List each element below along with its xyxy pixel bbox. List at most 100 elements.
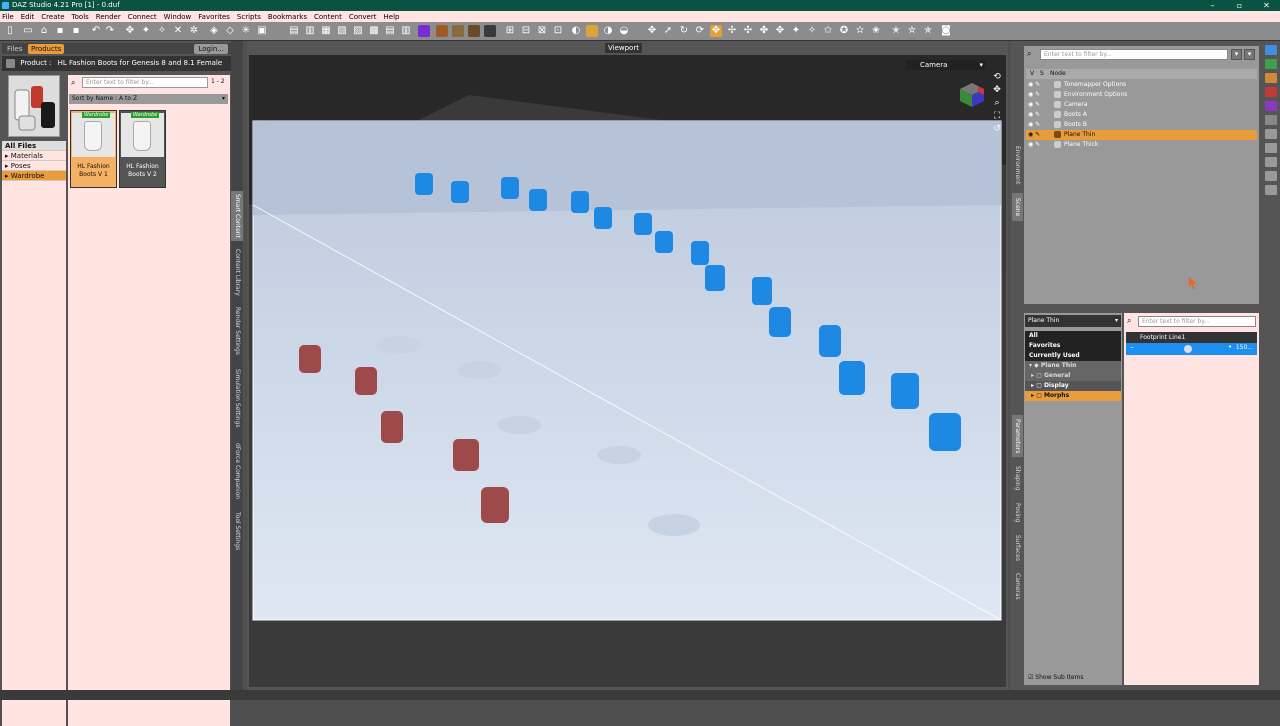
- move-icon[interactable]: ✥: [646, 25, 658, 37]
- tool-icon[interactable]: ▤: [288, 25, 300, 37]
- category-all-files[interactable]: All Files: [2, 141, 66, 151]
- pane-icon[interactable]: [1265, 87, 1277, 97]
- pane-icon[interactable]: [1265, 143, 1277, 153]
- scene-filter-input[interactable]: Enter text to filter by...: [1040, 49, 1228, 60]
- group-plane-thin[interactable]: ▾ ◆ Plane Thin: [1025, 361, 1121, 371]
- tool-icon[interactable]: ✯: [922, 25, 934, 37]
- redo-icon[interactable]: ↷: [104, 25, 116, 37]
- category-wardrobe[interactable]: ▸ Wardrobe: [2, 171, 66, 181]
- zoom-icon[interactable]: ⌕: [992, 97, 1002, 110]
- menu-render[interactable]: Render: [96, 13, 121, 21]
- group-general[interactable]: ▸ ▢ General: [1025, 371, 1121, 381]
- menu-create[interactable]: Create: [41, 13, 64, 21]
- tool-icon[interactable]: ⟳: [694, 25, 706, 37]
- figure-icon[interactable]: [468, 25, 480, 37]
- menu-edit[interactable]: Edit: [21, 13, 35, 21]
- rotate-icon[interactable]: ↻: [678, 25, 690, 37]
- tab-smart-content[interactable]: Smart Content: [231, 191, 243, 241]
- tool-icon[interactable]: ✭: [890, 25, 902, 37]
- menu-bookmarks[interactable]: Bookmarks: [268, 13, 307, 21]
- tab-products[interactable]: Products: [28, 44, 65, 54]
- menu-scripts[interactable]: Scripts: [237, 13, 261, 21]
- tab-dforce-companion[interactable]: dForce Companion: [231, 437, 243, 505]
- menu-convert[interactable]: Convert: [349, 13, 377, 21]
- login-button[interactable]: Login...: [194, 44, 228, 54]
- tab-posing[interactable]: Posing: [1012, 499, 1023, 527]
- minimize-button[interactable]: –: [1199, 0, 1226, 11]
- pane-icon[interactable]: [1265, 115, 1277, 125]
- eye-icon[interactable]: ◉ ✎: [1028, 120, 1040, 130]
- tool-icon[interactable]: ◐: [570, 25, 582, 37]
- category-poses[interactable]: ▸ Poses: [2, 161, 66, 171]
- tool-icon[interactable]: ✳: [240, 25, 252, 37]
- tool-icon[interactable]: ▥: [304, 25, 316, 37]
- tool-icon[interactable]: ✩: [822, 25, 834, 37]
- decrement-icon[interactable]: –: [1130, 343, 1134, 351]
- tool-icon[interactable]: ✫: [854, 25, 866, 37]
- tool-icon[interactable]: ✢: [726, 25, 738, 37]
- tool-icon[interactable]: ▥: [400, 25, 412, 37]
- tab-environment[interactable]: Environment: [1012, 141, 1023, 189]
- scene-menu-button[interactable]: ▾: [1244, 49, 1255, 60]
- viewport-canvas[interactable]: 3 : 2 Camera ▾ ⟲ ✥ ⌕ ⛶ ↺: [249, 55, 1006, 687]
- product-card-1[interactable]: Wardrobe HL Fashion Boots V 1: [70, 110, 117, 188]
- tool-icon[interactable]: ▨: [352, 25, 364, 37]
- new-file-icon[interactable]: ▯: [4, 25, 16, 37]
- tool-icon[interactable]: ⊞: [504, 25, 516, 37]
- eye-icon[interactable]: ◉ ✎: [1028, 90, 1040, 100]
- tool-icon[interactable]: ⊡: [552, 25, 564, 37]
- eye-icon[interactable]: ◉ ✎: [1028, 110, 1040, 120]
- increment-icon[interactable]: •: [1228, 343, 1232, 351]
- scene-node[interactable]: ◉ ✎ Camera: [1026, 100, 1257, 110]
- node-selector[interactable]: Plane Thin ▾: [1025, 315, 1121, 327]
- plus-icon[interactable]: [586, 25, 598, 37]
- tool-icon[interactable]: ✬: [870, 25, 882, 37]
- scene-node-selected[interactable]: ◉ ✎ Plane Thin: [1026, 130, 1257, 140]
- tool-icon[interactable]: ▣: [256, 25, 268, 37]
- group-morphs[interactable]: ▸ ▢ Morphs: [1025, 391, 1121, 401]
- close-button[interactable]: ✕: [1253, 0, 1280, 11]
- slider-value[interactable]: 150...: [1236, 344, 1253, 351]
- tab-shaping[interactable]: Shaping: [1012, 461, 1023, 495]
- tool-icon[interactable]: ✤: [758, 25, 770, 37]
- pane-icon[interactable]: [1265, 171, 1277, 181]
- group-currently-used[interactable]: Currently Used: [1025, 351, 1121, 361]
- maximize-button[interactable]: ▫: [1226, 0, 1253, 11]
- tool-icon[interactable]: ✧: [806, 25, 818, 37]
- tab-parameters[interactable]: Parameters: [1012, 415, 1023, 457]
- view-cube-icon[interactable]: [958, 81, 986, 109]
- property-filter-input[interactable]: Enter text to filter by...: [1138, 316, 1256, 327]
- tab-cameras[interactable]: Cameras: [1012, 569, 1023, 603]
- render-settings-icon[interactable]: [418, 25, 430, 37]
- product-card-2[interactable]: Wardrobe HL Fashion Boots V 2: [119, 110, 166, 188]
- tool-icon[interactable]: ◑: [602, 25, 614, 37]
- footprint-slider[interactable]: – • 150...: [1126, 343, 1257, 355]
- tool-icon[interactable]: ⊟: [520, 25, 532, 37]
- save-icon[interactable]: ▪: [54, 25, 66, 37]
- tool-icon[interactable]: ✮: [906, 25, 918, 37]
- eye-icon[interactable]: ◉ ✎: [1028, 100, 1040, 110]
- menu-connect[interactable]: Connect: [128, 13, 157, 21]
- tool-icon[interactable]: ▩: [368, 25, 380, 37]
- tab-render-settings[interactable]: Render Settings: [231, 303, 243, 358]
- camera-icon[interactable]: ◙: [940, 25, 952, 37]
- tool-icon[interactable]: ✧: [156, 25, 168, 37]
- tab-scene[interactable]: Scene: [1012, 193, 1023, 221]
- tool-icon[interactable]: ▧: [336, 25, 348, 37]
- scene-options-button[interactable]: ▾: [1231, 49, 1242, 60]
- scene-node[interactable]: ◉ ✎ Plane Thick: [1026, 140, 1257, 150]
- open-folder-icon[interactable]: ⌂: [38, 25, 50, 37]
- tool-icon[interactable]: ✥: [774, 25, 786, 37]
- save-as-icon[interactable]: ▪: [70, 25, 82, 37]
- scene-node[interactable]: ◉ ✎ Boots B: [1026, 120, 1257, 130]
- scene-node[interactable]: ◉ ✎ Boots A: [1026, 110, 1257, 120]
- eye-icon[interactable]: ◉ ✎: [1028, 130, 1040, 140]
- pane-icon[interactable]: [1265, 129, 1277, 139]
- pane-icon[interactable]: [1265, 101, 1277, 111]
- menu-file[interactable]: File: [2, 13, 14, 21]
- menu-tools[interactable]: Tools: [72, 13, 89, 21]
- eye-icon[interactable]: ◉ ✎: [1028, 80, 1040, 90]
- tab-surfaces[interactable]: Surfaces: [1012, 531, 1023, 565]
- scene-node[interactable]: ◉ ✎ Environment Options: [1026, 90, 1257, 100]
- group-display[interactable]: ▸ ▢ Display: [1025, 381, 1121, 391]
